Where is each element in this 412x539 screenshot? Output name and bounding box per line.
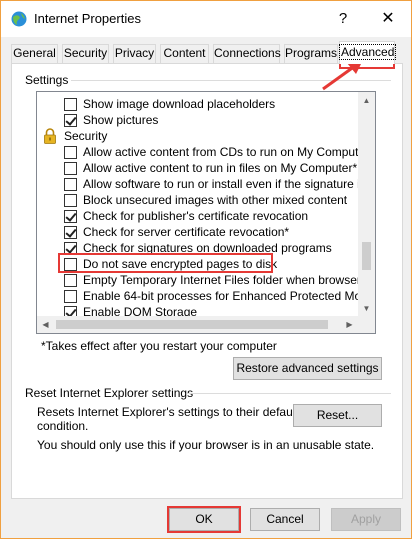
reset-group-label: Reset Internet Explorer settings [25,386,194,400]
setting-server-cert-revocation[interactable]: Check for server certificate revocation* [37,224,358,240]
checkbox-checked[interactable] [64,242,77,255]
ok-button[interactable]: OK [169,508,239,531]
scroll-right-arrow-icon[interactable]: ▶ [341,316,358,333]
help-button[interactable]: ? [333,8,353,30]
checkbox[interactable] [64,178,77,191]
tab-strip: General Security Privacy Content Connect… [11,41,403,64]
setting-label: Allow active content to run in files on … [83,161,358,175]
checkbox[interactable] [64,162,77,175]
internet-properties-dialog: Internet Properties ? ✕ General Security… [0,0,412,539]
setting-label: Empty Temporary Internet Files folder wh… [83,273,358,287]
horizontal-scroll-thumb[interactable] [56,320,328,329]
restart-note: *Takes effect after you restart your com… [41,339,277,353]
setting-do-not-save-encrypted-pages[interactable]: Do not save encrypted pages to disk [37,256,358,272]
checkbox[interactable] [64,98,77,111]
settings-group-label: Settings [25,73,69,87]
tab-privacy[interactable]: Privacy [113,44,156,63]
setting-label: Check for signatures on downloaded progr… [83,241,332,255]
window-title: Internet Properties [34,11,141,26]
category-security: Security [37,128,358,144]
scroll-left-arrow-icon[interactable]: ◀ [37,316,54,333]
restore-advanced-settings-button[interactable]: Restore advanced settings [233,357,382,380]
title-bar: Internet Properties ? ✕ [1,1,411,37]
setting-label: Check for server certificate revocation* [83,225,290,239]
checkbox[interactable] [64,290,77,303]
vertical-scroll-thumb[interactable] [362,242,371,270]
reset-description-continued: condition. [37,419,89,433]
checkbox[interactable] [64,194,77,207]
setting-label: Check for publisher's certificate revoca… [83,209,309,223]
setting-show-image-placeholders[interactable]: Show image download placeholders [37,96,358,112]
apply-button[interactable]: Apply [331,508,401,531]
setting-label: Show pictures [83,113,159,127]
setting-allow-active-content-files[interactable]: Allow active content to run in files on … [37,160,358,176]
checkbox[interactable] [64,274,77,287]
setting-allow-active-content-cds[interactable]: Allow active content from CDs to run on … [37,144,358,160]
reset-group-divider [187,393,391,394]
checkbox-checked[interactable] [64,226,77,239]
setting-empty-temp-files[interactable]: Empty Temporary Internet Files folder wh… [37,272,358,288]
setting-label: Enable 64-bit processes for Enhanced Pro… [83,289,358,303]
category-label: Security [64,129,108,143]
setting-block-unsecured-images[interactable]: Block unsecured images with other mixed … [37,192,358,208]
vertical-scrollbar[interactable]: ▲ ▼ [358,92,375,317]
settings-list-viewport: Show image download placeholders Show pi… [37,92,358,317]
setting-label: Block unsecured images with other mixed … [83,193,348,207]
setting-label: Allow active content from CDs to run on … [83,145,358,159]
scroll-corner [358,316,375,333]
setting-allow-unsigned-software[interactable]: Allow software to run or install even if… [37,176,358,192]
checkbox-checked[interactable] [64,210,77,223]
settings-list[interactable]: Show image download placeholders Show pi… [36,91,376,334]
checkbox[interactable] [64,258,77,271]
cancel-button[interactable]: Cancel [250,508,320,531]
tab-connections[interactable]: Connections [213,44,281,63]
tab-content[interactable]: Content [160,44,209,63]
reset-description: Resets Internet Explorer's settings to t… [37,405,299,419]
setting-label: Do not save encrypted pages to disk [83,257,278,271]
reset-button[interactable]: Reset... [293,404,382,427]
internet-globe-icon [11,11,27,27]
reset-warning: You should only use this if your browser… [37,438,375,452]
tab-security[interactable]: Security [62,44,109,63]
setting-label: Show image download placeholders [83,97,276,111]
horizontal-scrollbar[interactable]: ◀ ▶ [37,316,358,333]
lock-icon [44,128,56,144]
tab-general[interactable]: General [11,44,58,63]
scroll-down-arrow-icon[interactable]: ▼ [358,300,375,317]
setting-enable-64bit-epm[interactable]: Enable 64-bit processes for Enhanced Pro… [37,288,358,304]
setting-label: Allow software to run or install even if… [83,177,358,191]
checkbox-checked[interactable] [64,114,77,127]
scroll-up-arrow-icon[interactable]: ▲ [358,92,375,109]
setting-check-signatures[interactable]: Check for signatures on downloaded progr… [37,240,358,256]
checkbox[interactable] [64,146,77,159]
setting-show-pictures[interactable]: Show pictures [37,112,358,128]
close-button[interactable]: ✕ [377,8,399,30]
setting-publisher-cert-revocation[interactable]: Check for publisher's certificate revoca… [37,208,358,224]
tab-advanced[interactable]: Advanced [338,41,397,64]
